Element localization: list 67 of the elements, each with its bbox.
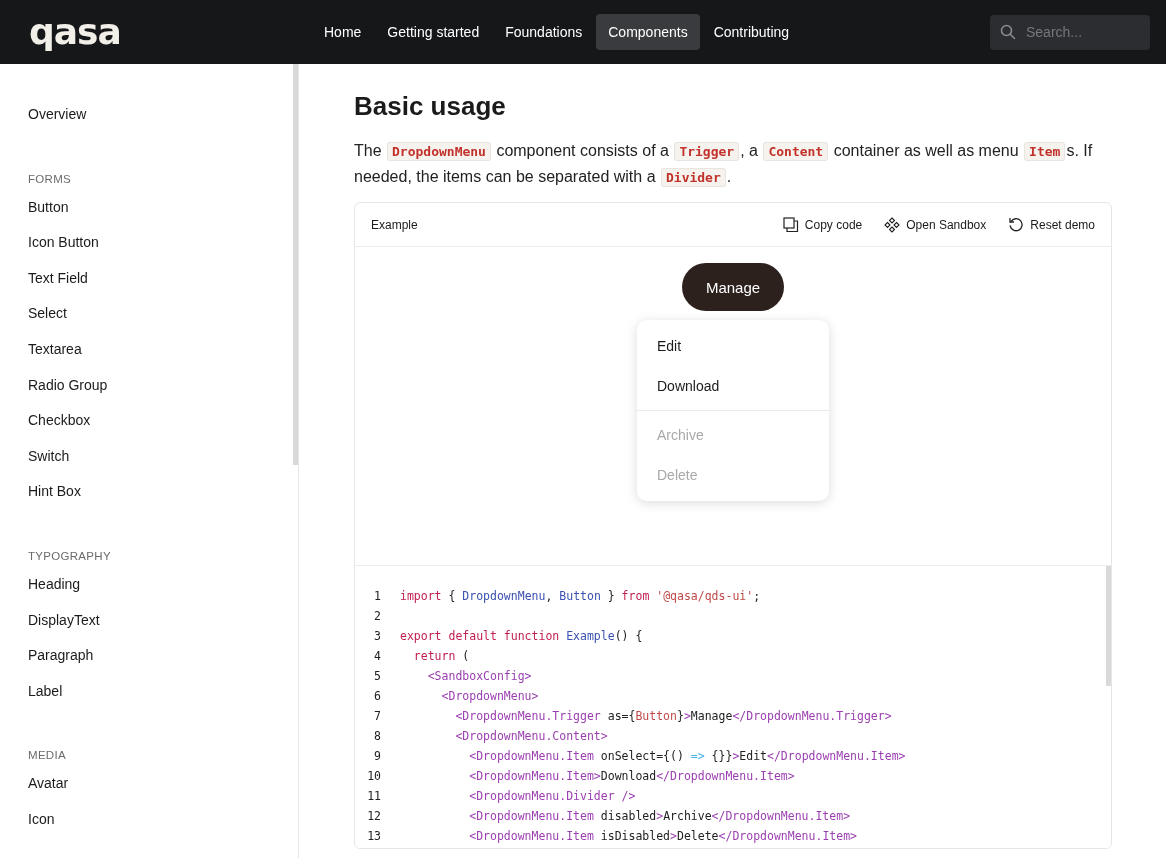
menu-item[interactable]: Download <box>637 366 829 406</box>
search-icon <box>1000 24 1016 40</box>
nav-link[interactable]: Contributing <box>701 14 802 50</box>
line-number: 6 <box>373 689 381 703</box>
search-field[interactable]: Search... <box>1024 23 1138 41</box>
line-number: 13 <box>366 829 381 843</box>
sidebar-item[interactable]: Icon Button <box>28 233 99 252</box>
line-number: 4 <box>373 649 381 663</box>
section-heading: FORMS <box>28 172 73 185</box>
menu-item[interactable]: Edit <box>637 326 829 366</box>
line-number: 10 <box>366 769 381 783</box>
nav-link[interactable]: Components <box>596 14 700 50</box>
code-line: <DropdownMenu.Item>Download</DropdownMenu.Item> <box>468 769 795 783</box>
action-button[interactable]: Copy code <box>782 216 863 233</box>
action-button[interactable]: Reset demo <box>1008 216 1095 233</box>
manage-button[interactable]: Manage <box>681 263 785 311</box>
nav-link[interactable]: Foundations <box>493 14 595 50</box>
sidebar-item[interactable]: Radio Group <box>28 375 108 394</box>
line-number: 8 <box>373 729 381 743</box>
heading: Basic usage <box>354 90 507 122</box>
nav-link[interactable]: Getting started <box>375 14 492 50</box>
code-line: <DropdownMenu.Divider /> <box>468 789 636 803</box>
nav-link[interactable]: Home <box>312 14 374 50</box>
code-line: <DropdownMenu.Content> <box>454 729 608 743</box>
code-line: <DropdownMenu.Item onSelect={() => {}}>Edit</DropdownMenu.Item> <box>468 749 906 763</box>
code-line: <DropdownMenu.Item disabled>Archive</DropdownMenu.Item> <box>468 809 851 823</box>
line-number: 9 <box>373 749 381 763</box>
reset-icon <box>1008 216 1025 233</box>
code-line: return ( <box>412 649 470 663</box>
section-heading: MEDIA <box>28 749 67 762</box>
line-number: 1 <box>373 589 381 603</box>
sidebar-item[interactable]: Text Field <box>28 268 88 287</box>
code-line: <DropdownMenu.Trigger as={Button}>Manage</DropdownMenu.Trigger> <box>454 709 892 723</box>
sidebar-item[interactable]: Checkbox <box>28 411 91 430</box>
action-button[interactable]: Open Sandbox <box>884 216 987 233</box>
code-line: <DropdownMenu.Item isDisabled>Delete</DropdownMenu.Item> <box>468 829 857 843</box>
line-number: 11 <box>366 789 381 803</box>
sidebar-item[interactable]: Select <box>28 304 67 323</box>
diamonds-icon <box>884 216 901 233</box>
scrollbar[interactable] <box>293 64 298 465</box>
paragraph: The DropdownMenu component consists of a Trigger , a Content container as well as menu Item s. If needed, the items can be separated with a Divider . <box>354 141 1094 189</box>
sidebar-item[interactable]: Icon <box>28 809 55 828</box>
copy-icon <box>782 216 799 233</box>
code-line: import { DropdownMenu, Button } from '@qasa/qds-ui'; <box>400 589 761 603</box>
sidebar-item[interactable]: Avatar <box>28 774 69 793</box>
sidebar-item[interactable]: DisplayText <box>28 610 100 629</box>
sidebar-item[interactable]: Switch <box>28 446 70 465</box>
line-number: 5 <box>373 669 381 683</box>
line-number: 12 <box>366 809 381 823</box>
search-bar[interactable]: Search... <box>990 14 1150 50</box>
line-number: 2 <box>373 609 381 623</box>
sidebar-item[interactable]: Button <box>28 197 69 216</box>
line-number: 3 <box>373 629 381 643</box>
sidebar-item[interactable]: Hint Box <box>28 482 81 501</box>
sidebar-item[interactable]: Paragraph <box>28 646 94 665</box>
line-number: 7 <box>373 709 381 723</box>
section-heading: TYPOGRAPHY <box>28 549 112 562</box>
scrollbar[interactable] <box>1106 566 1111 686</box>
code-line: <SandboxConfig> <box>426 669 532 683</box>
code-line: <DropdownMenu> <box>440 689 539 703</box>
sidebar-item[interactable]: Overview <box>28 105 87 123</box>
sidebar-item[interactable]: Textarea <box>28 339 82 358</box>
sidebar-item[interactable]: Label <box>28 681 63 700</box>
logo[interactable]: qasa <box>29 12 312 52</box>
sidebar-item[interactable]: Heading <box>28 574 81 593</box>
code-line: export default function Example() { <box>400 629 643 643</box>
card-title: Example <box>371 217 418 232</box>
